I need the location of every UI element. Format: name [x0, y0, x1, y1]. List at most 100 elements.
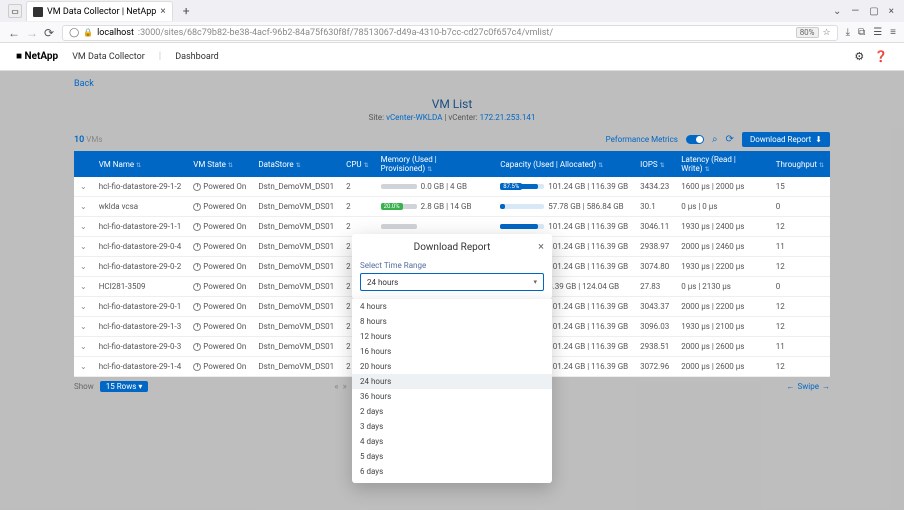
latency: 0 µs | 0 µs — [675, 197, 770, 217]
time-range-option[interactable]: 20 hours — [352, 359, 552, 374]
page-prev-icon[interactable]: « — [334, 382, 338, 392]
datastore: Dstn_DemoVM_DS01 — [252, 257, 340, 277]
column-header[interactable]: IOPS⇅ — [634, 151, 675, 177]
time-range-selected: 24 hours — [367, 278, 398, 287]
show-label: Show — [74, 382, 94, 391]
column-header[interactable]: Memory (Used | Provisioned)⇅ — [375, 151, 495, 177]
vcenter-link[interactable]: 172.21.253.141 — [480, 113, 536, 122]
time-range-option[interactable]: 5 days — [352, 449, 552, 464]
time-range-option[interactable]: 7 days — [352, 479, 552, 483]
time-range-select[interactable]: 24 hours ▾ — [360, 273, 544, 291]
column-header[interactable]: Throughput⇅ — [770, 151, 830, 177]
app-name[interactable]: VM Data Collector — [72, 52, 145, 62]
tab-title: VM Data Collector | NetApp — [47, 7, 156, 17]
throughput: 0 — [770, 197, 830, 217]
vm-state: Powered On — [187, 217, 252, 237]
time-range-option[interactable]: 8 hours — [352, 314, 552, 329]
url-field[interactable]: ◯ 🔒 localhost:3000/sites/68c79b82-be38-4… — [62, 25, 838, 41]
datastore: Dstn_DemoVM_DS01 — [252, 237, 340, 257]
time-range-option[interactable]: 4 days — [352, 434, 552, 449]
iops: 3074.80 — [634, 257, 675, 277]
time-range-dropdown[interactable]: 4 hours8 hours12 hours16 hours20 hours24… — [352, 299, 552, 483]
perf-metrics-toggle[interactable] — [686, 135, 704, 144]
column-header[interactable]: VM Name⇅ — [93, 151, 188, 177]
new-tab-button[interactable]: + — [183, 4, 190, 18]
time-range-option[interactable]: 24 hours — [352, 374, 552, 389]
menu-icon[interactable]: ≡ — [890, 27, 896, 38]
maximize-icon[interactable]: ▢ — [869, 6, 878, 17]
iops: 3434.23 — [634, 177, 675, 197]
throughput: 12 — [770, 257, 830, 277]
datastore: Dstn_DemoVM_DS01 — [252, 317, 340, 337]
modal-close-icon[interactable]: × — [538, 240, 544, 253]
download-report-button[interactable]: Download Report ⬇ — [742, 132, 830, 147]
tab-close-icon[interactable]: × — [160, 6, 165, 17]
netapp-logo: NetApp — [16, 51, 58, 62]
close-window-icon[interactable]: × — [889, 6, 894, 17]
page-title: VM List — [74, 97, 830, 111]
account-icon[interactable]: ☰ — [873, 27, 882, 38]
throughput: 11 — [770, 337, 830, 357]
help-icon[interactable]: ❓ — [874, 50, 888, 63]
breadcrumb[interactable]: Dashboard — [175, 52, 219, 62]
vm-name: hcl-fio-datastore-29-1-4 — [93, 357, 188, 377]
vm-name: hcl-fio-datastore-29-0-3 — [93, 337, 188, 357]
page-next-icon[interactable]: » — [343, 382, 347, 392]
expand-row-icon[interactable]: ⌄ — [80, 202, 87, 211]
back-icon[interactable]: ← — [8, 26, 20, 40]
power-icon — [193, 283, 201, 291]
table-row: ⌄ wklda vcsa Powered On Dstn_DemoVM_DS01… — [74, 197, 830, 217]
browser-tab[interactable]: VM Data Collector | NetApp × — [26, 1, 173, 21]
reload-icon[interactable]: ⟳ — [44, 26, 54, 40]
app-window-icon: ▭ — [8, 4, 22, 18]
time-range-option[interactable]: 6 days — [352, 464, 552, 479]
extension-icon[interactable]: ⧉ — [858, 27, 865, 38]
search-icon[interactable]: ⌕ — [712, 134, 718, 145]
expand-row-icon[interactable]: ⌄ — [80, 302, 87, 311]
tab-bar: ▭ VM Data Collector | NetApp × + ⌄ — ▢ × — [0, 0, 904, 22]
expand-row-icon[interactable]: ⌄ — [80, 242, 87, 251]
pagination: « » — [334, 382, 346, 392]
site-link[interactable]: vCenter-WKLDA — [386, 113, 442, 122]
forward-icon[interactable]: → — [26, 26, 38, 40]
column-header[interactable] — [74, 151, 93, 177]
expand-row-icon[interactable]: ⌄ — [80, 342, 87, 351]
swipe-hint: ← Swipe → — [787, 382, 830, 391]
throughput: 11 — [770, 237, 830, 257]
window-controls: ⌄ — ▢ × — [833, 6, 904, 17]
expand-row-icon[interactable]: ⌄ — [80, 322, 87, 331]
expand-row-icon[interactable]: ⌄ — [80, 222, 87, 231]
vm-state: Powered On — [187, 177, 252, 197]
column-header[interactable]: Capacity (Used | Allocated)⇅ — [494, 151, 634, 177]
column-header[interactable]: DataStore⇅ — [252, 151, 340, 177]
time-range-option[interactable]: 36 hours — [352, 389, 552, 404]
zoom-badge[interactable]: 80% — [796, 27, 819, 38]
download-icon[interactable]: ⤓ — [846, 27, 850, 38]
latency: 1600 µs | 2000 µs — [675, 177, 770, 197]
time-range-option[interactable]: 16 hours — [352, 344, 552, 359]
download-icon-small: ⬇ — [815, 135, 822, 144]
expand-row-icon[interactable]: ⌄ — [80, 282, 87, 291]
back-link[interactable]: Back — [74, 79, 830, 89]
iops: 3046.11 — [634, 217, 675, 237]
settings-icon[interactable]: ⚙ — [854, 50, 864, 63]
expand-row-icon[interactable]: ⌄ — [80, 182, 87, 191]
time-range-option[interactable]: 12 hours — [352, 329, 552, 344]
datastore: Dstn_DemoVM_DS01 — [252, 337, 340, 357]
column-header[interactable]: VM State⇅ — [187, 151, 252, 177]
expand-row-icon[interactable]: ⌄ — [80, 262, 87, 271]
minimize-icon[interactable]: — — [851, 6, 859, 17]
latency: 2000 µs | 2600 µs — [675, 357, 770, 377]
rows-select[interactable]: 15 Rows ▾ — [100, 381, 149, 392]
refresh-icon[interactable]: ⟳ — [726, 134, 734, 145]
star-icon[interactable]: ☆ — [823, 28, 831, 38]
column-header[interactable]: Latency (Read | Write)⇅ — [675, 151, 770, 177]
time-range-option[interactable]: 3 days — [352, 419, 552, 434]
time-range-option[interactable]: 4 hours — [352, 299, 552, 314]
arrow-right-icon: → — [822, 382, 830, 391]
column-header[interactable]: CPU⇅ — [340, 151, 374, 177]
chevron-down-icon[interactable]: ⌄ — [833, 6, 841, 17]
time-range-option[interactable]: 2 days — [352, 404, 552, 419]
vm-state: Powered On — [187, 297, 252, 317]
expand-row-icon[interactable]: ⌄ — [80, 362, 87, 371]
